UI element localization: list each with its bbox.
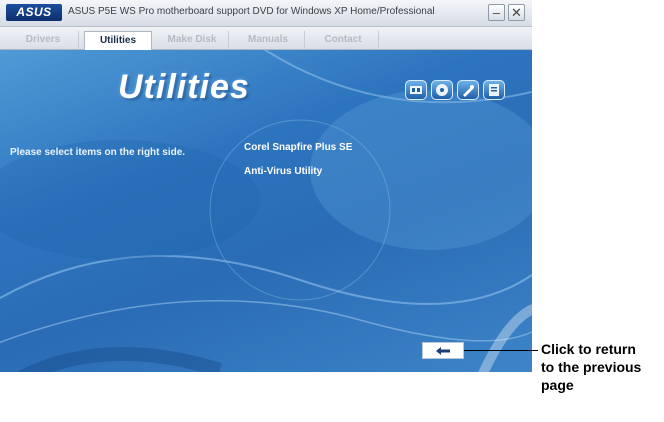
browse-dvd-icon[interactable] <box>431 80 453 100</box>
close-button[interactable]: ✕ <box>508 4 525 21</box>
asus-logo: ASUS <box>6 4 62 21</box>
tab-make-disk[interactable]: Make Disk <box>156 31 229 48</box>
instruction-text: Please select items on the right side. <box>10 147 186 158</box>
item-anti-virus-utility[interactable]: Anti-Virus Utility <box>244 166 322 177</box>
tab-manuals[interactable]: Manuals <box>232 31 305 48</box>
installer-window: ASUS ASUS P5E WS Pro motherboard support… <box>0 0 532 372</box>
tab-utilities[interactable]: Utilities <box>84 31 152 50</box>
background-art <box>0 50 532 372</box>
callout-line-3: page <box>541 377 574 393</box>
item-corel-snapfire[interactable]: Corel Snapfire Plus SE <box>244 142 352 153</box>
content-panel: Utilities Please select items on the rig… <box>0 50 532 372</box>
callout-line <box>464 350 538 351</box>
title-bar: ASUS ASUS P5E WS Pro motherboard support… <box>0 0 532 27</box>
callout-line-1: Click to return <box>541 341 636 357</box>
minimize-icon: – <box>492 5 501 20</box>
callout-line-2: to the previous <box>541 359 642 375</box>
motherboard-info-icon[interactable] <box>405 80 427 100</box>
close-icon: ✕ <box>511 5 522 20</box>
page-heading: Utilities <box>118 68 250 106</box>
tab-bar: Drivers Utilities Make Disk Manuals Cont… <box>0 27 532 50</box>
filelist-icon[interactable] <box>457 80 479 100</box>
help-icon[interactable] <box>483 80 505 100</box>
callout-text: Click to return to the previous page <box>541 340 641 394</box>
tab-drivers[interactable]: Drivers <box>8 31 79 48</box>
back-arrow-icon <box>436 346 450 355</box>
window-title: ASUS P5E WS Pro motherboard support DVD … <box>68 6 435 17</box>
tab-contact[interactable]: Contact <box>308 31 379 48</box>
back-button[interactable] <box>422 342 464 359</box>
minimize-button[interactable]: – <box>488 4 505 21</box>
